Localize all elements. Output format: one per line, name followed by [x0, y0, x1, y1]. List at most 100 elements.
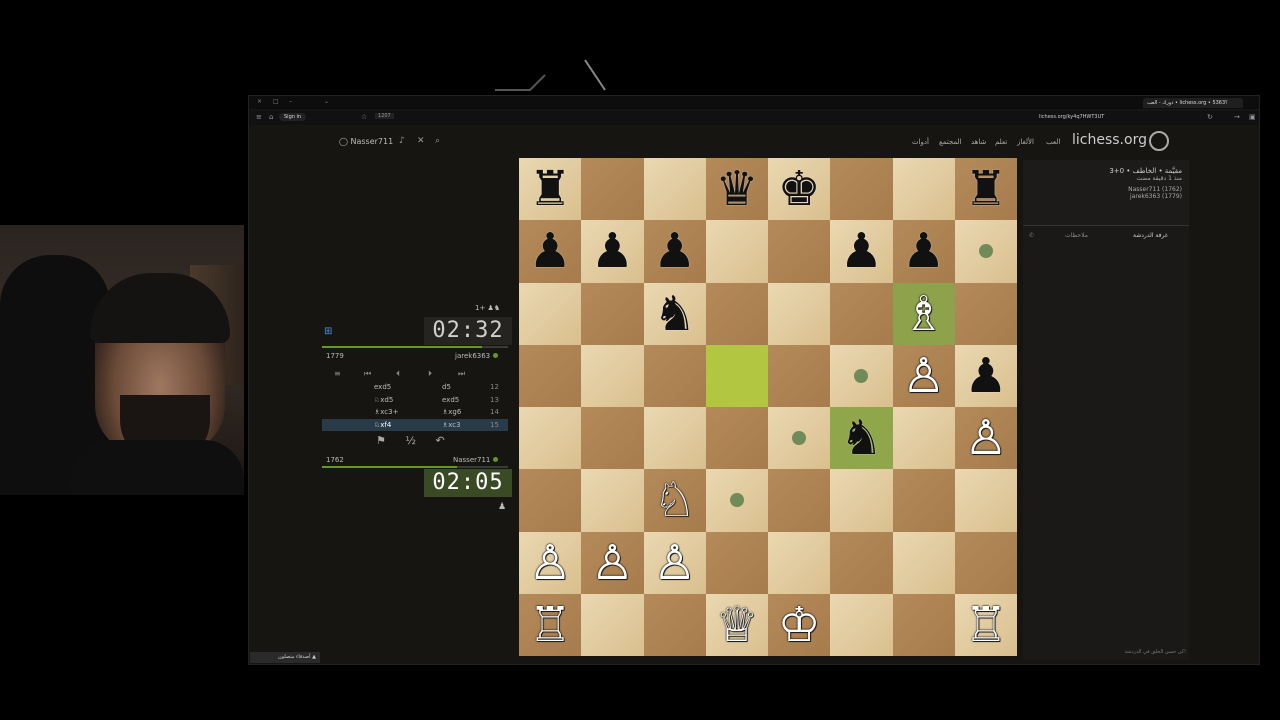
search-icon[interactable]: ⌕: [435, 136, 440, 146]
board-square[interactable]: [892, 158, 955, 221]
next-move-icon[interactable]: ⏵: [428, 369, 432, 379]
board-square[interactable]: ♚: [768, 158, 831, 221]
board-square[interactable]: ♛: [705, 158, 768, 221]
menu-icon[interactable]: ≡: [334, 369, 341, 378]
board-square[interactable]: ♙: [643, 531, 706, 594]
board-square[interactable]: [768, 282, 831, 345]
user-menu[interactable]: ◯ Nasser711: [339, 137, 393, 146]
board-square[interactable]: [643, 344, 706, 407]
white-rook-piece[interactable]: ♖: [964, 601, 1007, 649]
board-square[interactable]: [892, 531, 955, 594]
board-square[interactable]: [519, 407, 582, 470]
nav-puzzles[interactable]: الألغاز: [1017, 138, 1034, 146]
white-player[interactable]: Nasser711 (1762): [1030, 186, 1182, 193]
board-square[interactable]: ♜: [954, 158, 1017, 221]
white-queen-piece[interactable]: ♕: [715, 601, 758, 649]
menu-icon[interactable]: ≡: [256, 113, 262, 121]
move-row[interactable]: 12 d5 exd5: [322, 381, 508, 394]
tab-notes[interactable]: ملاحظات: [1065, 232, 1088, 239]
board-square[interactable]: ♙: [581, 531, 644, 594]
board-square[interactable]: [643, 158, 706, 221]
black-pawn-piece[interactable]: ♟: [591, 227, 634, 275]
first-move-icon[interactable]: ⏮: [364, 369, 371, 379]
board-square[interactable]: ♙: [892, 344, 955, 407]
bell-icon[interactable]: ♪: [399, 136, 405, 146]
board-square[interactable]: ♟: [830, 220, 893, 283]
board-square[interactable]: ♖: [519, 593, 582, 656]
board-square[interactable]: ♟: [643, 220, 706, 283]
board-square[interactable]: ♙: [519, 531, 582, 594]
board-square[interactable]: [830, 593, 893, 656]
address-input[interactable]: lichess.org/ky4q7HWT3UT: [1039, 114, 1104, 120]
board-square[interactable]: [581, 407, 644, 470]
black-queen-piece[interactable]: ♛: [715, 165, 758, 213]
lichess-logo-icon[interactable]: [1149, 131, 1169, 151]
board-square[interactable]: ♟: [581, 220, 644, 283]
board-square[interactable]: [705, 407, 768, 470]
board-square[interactable]: ♖: [954, 593, 1017, 656]
board-square[interactable]: [768, 531, 831, 594]
board-square[interactable]: ♙: [954, 407, 1017, 470]
board-square[interactable]: [519, 469, 582, 532]
board-square[interactable]: [954, 220, 1017, 283]
black-pawn-piece[interactable]: ♟: [529, 227, 572, 275]
white-pawn-piece[interactable]: ♙: [653, 539, 696, 587]
board-square[interactable]: [954, 282, 1017, 345]
board-square[interactable]: ♞: [830, 407, 893, 470]
nav-tools[interactable]: أدوات: [912, 138, 929, 146]
offer-draw-icon[interactable]: ½: [405, 434, 416, 447]
extensions-icon[interactable]: ▣: [1249, 113, 1256, 121]
home-icon[interactable]: ⌂: [269, 113, 273, 121]
board-square[interactable]: [892, 407, 955, 470]
board-square[interactable]: ♔: [768, 593, 831, 656]
minimize-icon[interactable]: –: [289, 98, 292, 105]
board-square[interactable]: [768, 220, 831, 283]
black-move[interactable]: ♘xd5: [374, 394, 393, 407]
white-pawn-piece[interactable]: ♙: [964, 414, 1007, 462]
board-square[interactable]: [830, 282, 893, 345]
board-square[interactable]: [705, 469, 768, 532]
board-square[interactable]: [581, 469, 644, 532]
board-square[interactable]: [581, 593, 644, 656]
move-hint-dot[interactable]: [978, 244, 993, 259]
board-square[interactable]: [705, 531, 768, 594]
move-row[interactable]: 14 ♗xg6 ♗xc3+: [322, 406, 508, 419]
friends-online-button[interactable]: أصدقاء متصلون ▲: [250, 652, 320, 663]
black-move[interactable]: exd5: [374, 381, 391, 394]
move-hint-dot[interactable]: [854, 368, 869, 383]
star-icon[interactable]: ☆: [361, 113, 367, 121]
nav-play[interactable]: العب: [1046, 138, 1060, 146]
sign-in-button[interactable]: Sign in: [279, 113, 307, 121]
white-pawn-piece[interactable]: ♙: [591, 539, 634, 587]
maximize-icon[interactable]: □: [273, 98, 279, 105]
white-move[interactable]: exd5: [442, 394, 459, 407]
board-square[interactable]: ♞: [643, 282, 706, 345]
black-rook-piece[interactable]: ♜: [964, 165, 1007, 213]
board-square[interactable]: ♜: [519, 158, 582, 221]
white-bishop-piece[interactable]: ♗: [902, 290, 945, 338]
move-hint-dot[interactable]: [729, 493, 744, 508]
resign-flag-icon[interactable]: ⚑: [376, 434, 386, 447]
bottom-player-name[interactable]: Nasser711: [453, 456, 499, 464]
black-move[interactable]: ♘xf4: [374, 419, 391, 432]
chess-board[interactable]: ♜ ♛ ♚ ♜ ♟ ♟ ♟ ♟ ♟ ♞ ♗ ♙ ♟ ♞ ♙ ♘ ♙ ♙ ♙ ♖ ♕ ♔ ♖: [519, 158, 1017, 656]
white-move[interactable]: ♗xc3: [442, 419, 461, 432]
board-square[interactable]: [892, 469, 955, 532]
phone-icon[interactable]: ✆: [1029, 232, 1034, 239]
move-row[interactable]: 13 exd5 ♘xd5: [322, 394, 508, 407]
white-pawn-piece[interactable]: ♙: [529, 539, 572, 587]
move-row[interactable]: 15 ♗xc3 ♘xf4: [322, 418, 508, 432]
board-square[interactable]: [581, 282, 644, 345]
tab-lichess[interactable]: دورك - العب • lichess.org • ؟5363: [1143, 98, 1243, 108]
top-player-name[interactable]: jarek6363: [455, 352, 499, 360]
board-square[interactable]: ♟: [519, 220, 582, 283]
board-square[interactable]: [519, 344, 582, 407]
last-move-icon[interactable]: ⏭: [458, 369, 465, 379]
black-pawn-piece[interactable]: ♟: [964, 352, 1007, 400]
takeback-icon[interactable]: ↶: [436, 434, 445, 447]
black-rook-piece[interactable]: ♜: [529, 165, 572, 213]
black-player[interactable]: jarek6363 (1779): [1030, 193, 1182, 200]
board-square[interactable]: [768, 469, 831, 532]
board-square[interactable]: [830, 344, 893, 407]
chevron-down-icon[interactable]: ⌄: [324, 98, 329, 105]
